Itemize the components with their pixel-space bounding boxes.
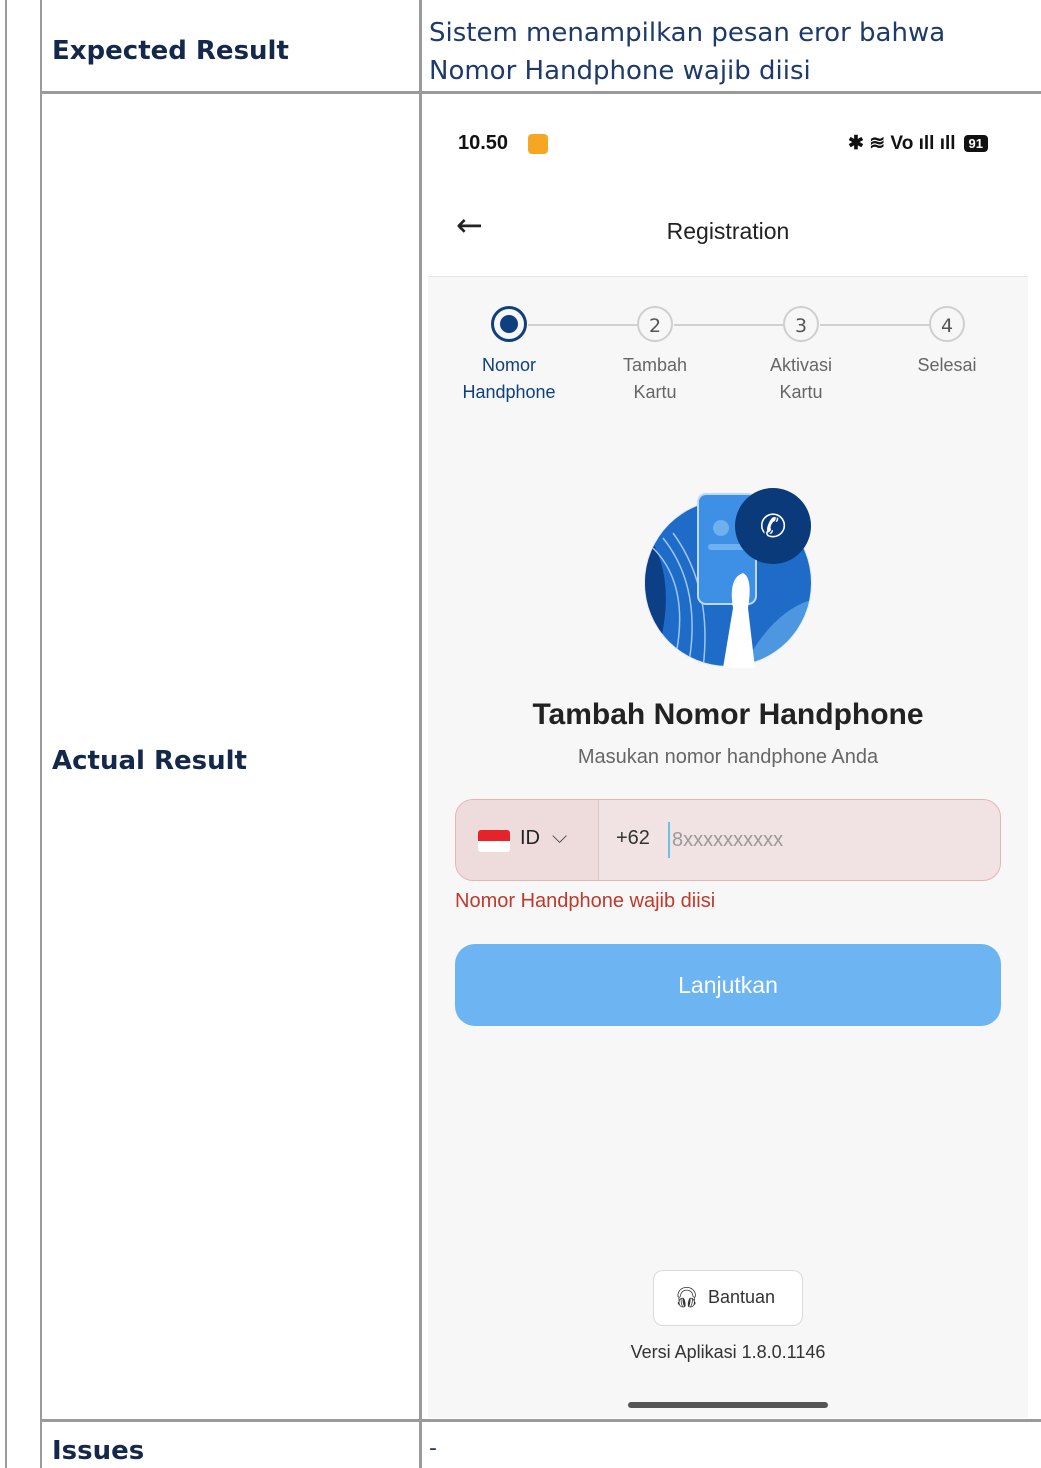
battery-icon: 91	[963, 135, 988, 152]
phone-illustration: ✆	[644, 488, 812, 668]
step-3-label-line1: Aktivasi	[769, 355, 832, 375]
step-4-label-line1: Selesai	[917, 355, 977, 375]
step-3-label-line2: Kartu	[779, 382, 823, 402]
dial-prefix: +62	[616, 827, 650, 849]
table-left-border-outer	[5, 0, 7, 1468]
step-2-label: Tambah Kartu	[590, 352, 720, 406]
help-button[interactable]: 🎧︎ Bantuan	[653, 1270, 803, 1326]
expected-result-value: Sistem menampilkan pesan eror bahwa Nomo…	[429, 18, 946, 86]
phone-error-message: Nomor Handphone wajib diisi	[455, 890, 716, 912]
table-column-divider	[419, 0, 422, 1468]
status-icons: ✱ ≋ Vo ıll ıll 91	[848, 132, 988, 155]
country-selector[interactable]: ID ⌵	[456, 800, 599, 880]
step-connector	[528, 324, 638, 326]
step-3-indicator: 3	[783, 306, 819, 342]
step-1-label-line2: Handphone	[462, 382, 556, 402]
country-code-label: ID	[520, 827, 540, 849]
step-connector	[674, 324, 784, 326]
step-4-indicator: 4	[929, 306, 965, 342]
form-title: Tambah Nomor Handphone	[532, 698, 924, 731]
phone-number-field: ID ⌵ +62	[455, 799, 1001, 881]
phone-screenshot: 10.50 ✱ ≋ Vo ıll ıll 91 ← Registration 2…	[428, 96, 1028, 1418]
actual-result-label: Actual Result	[52, 746, 247, 776]
page-title: Registration	[666, 218, 790, 244]
step-3-label: Aktivasi Kartu	[736, 352, 866, 406]
step-1-label: Nomor Handphone	[444, 352, 574, 406]
chevron-down-icon: ⌵	[552, 824, 568, 848]
step-connector	[820, 324, 930, 326]
step-1-label-line1: Nomor	[481, 355, 536, 375]
app-version: Versi Aplikasi 1.8.0.1146	[630, 1342, 826, 1362]
headset-icon: 🎧︎	[674, 1285, 700, 1309]
signal-icons: ✱ ≋ Vo ıll ıll	[848, 133, 956, 154]
step-2-indicator: 2	[637, 306, 673, 342]
step-2-label-line1: Tambah	[622, 355, 688, 375]
step-1-indicator	[491, 306, 527, 342]
step-4-label: Selesai	[882, 352, 1012, 379]
app-bar: ← Registration	[428, 186, 1028, 277]
phone-number-input[interactable]	[668, 822, 972, 858]
help-button-label: Bantuan	[708, 1287, 776, 1307]
table-left-border-inner	[40, 0, 42, 1468]
step-2-label-line2: Kartu	[633, 382, 677, 402]
row-divider-actual	[40, 1419, 1041, 1422]
continue-button[interactable]: Lanjutkan	[455, 944, 1001, 1026]
status-bar: 10.50 ✱ ≋ Vo ıll ıll 91	[428, 96, 1028, 186]
svg-text:✆: ✆	[760, 507, 787, 545]
form-subtitle: Masukan nomor handphone Anda	[577, 746, 879, 768]
issues-value: -	[429, 1436, 437, 1461]
indonesia-flag-icon	[478, 830, 510, 852]
expected-result-label: Expected Result	[52, 36, 289, 66]
row-divider-expected	[40, 91, 1041, 94]
notification-icon	[528, 134, 548, 154]
status-time: 10.50	[458, 132, 509, 154]
registration-stepper: 2 3 4 Nomor Handphone Tambah Kartu Aktiv…	[428, 304, 1028, 414]
home-indicator[interactable]	[628, 1402, 828, 1408]
issues-label: Issues	[52, 1436, 145, 1466]
